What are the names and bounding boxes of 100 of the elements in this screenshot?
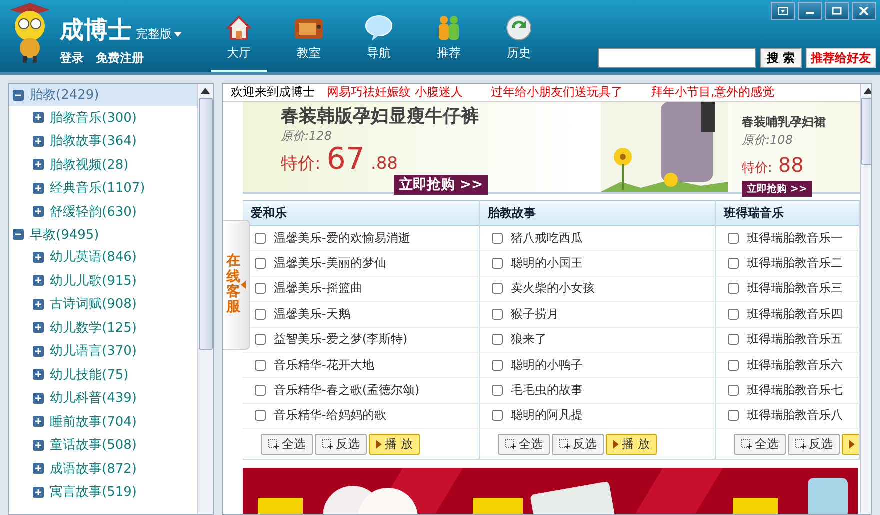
collapse-icon[interactable] (13, 90, 24, 100)
select-button[interactable]: 全选 (734, 434, 786, 455)
tree-item[interactable]: 幼儿科普(439) (9, 386, 197, 410)
tree-item[interactable]: 早教(9495) (9, 224, 197, 246)
nav-tab[interactable]: 推荐 (421, 14, 477, 72)
checkbox[interactable] (255, 283, 266, 294)
select-button[interactable]: 全选 (498, 434, 550, 455)
buy-now-button[interactable]: 立即抢购 >> (742, 181, 812, 197)
expand-icon[interactable] (33, 182, 44, 194)
track-title[interactable]: 班得瑞胎教音乐四 (747, 306, 843, 323)
track-title[interactable]: 温馨美乐-摇篮曲 (274, 280, 362, 298)
track-title[interactable]: 温馨美乐-爱的欢愉易消逝 (274, 230, 410, 247)
search-button[interactable]: 搜 索 (760, 48, 802, 68)
track-title[interactable]: 猴子捞月 (511, 306, 559, 323)
checkbox[interactable] (255, 410, 266, 422)
tree-item[interactable]: 古诗词赋(908) (9, 292, 197, 316)
news-link[interactable]: 过年给小朋友们送玩具了 (490, 84, 623, 101)
tree-item[interactable]: 胎教(2429) (9, 84, 197, 106)
minimize-button[interactable] (798, 2, 822, 20)
expand-icon[interactable] (33, 369, 44, 380)
tree-item[interactable]: 幼儿英语(846) (9, 246, 197, 269)
track-title[interactable]: 聪明的阿凡提 (511, 407, 583, 424)
expand-icon[interactable] (33, 486, 44, 498)
checkbox[interactable] (255, 258, 266, 270)
expand-icon[interactable] (33, 252, 44, 263)
scrollbar[interactable] (860, 84, 871, 514)
select-button[interactable]: 反选 (315, 434, 367, 455)
track-title[interactable]: 班得瑞胎教音乐五 (747, 331, 843, 348)
checkbox[interactable] (728, 410, 739, 422)
collapse-icon[interactable] (13, 229, 24, 240)
checkbox[interactable] (492, 334, 503, 346)
header-link[interactable]: 免费注册 (96, 50, 144, 67)
expand-icon[interactable] (33, 346, 44, 357)
tree-item[interactable]: 幼儿儿歌(915) (9, 269, 197, 292)
tree-item[interactable]: 幼儿语言(370) (9, 340, 197, 363)
track-title[interactable]: 音乐精华-给妈妈的歌 (274, 407, 386, 424)
edition-dropdown[interactable]: 完整版 (136, 27, 182, 41)
scrollbar[interactable] (197, 84, 213, 514)
tree-item[interactable]: 胎教音乐(300) (9, 106, 197, 130)
tree-item[interactable]: 睡前故事(704) (9, 410, 197, 434)
select-button[interactable]: 反选 (552, 434, 604, 455)
play-button[interactable]: 播 放 (606, 434, 657, 455)
checkbox[interactable] (728, 334, 739, 346)
track-title[interactable]: 班得瑞胎教音乐一 (747, 230, 843, 247)
track-title[interactable]: 班得瑞胎教音乐三 (747, 280, 843, 298)
track-title[interactable]: 班得瑞胎教音乐七 (747, 382, 843, 400)
tree-item[interactable]: 寓言故事(519) (9, 480, 197, 504)
search-field[interactable] (598, 48, 756, 68)
expand-icon[interactable] (33, 159, 44, 170)
track-title[interactable]: 狼来了 (511, 331, 547, 348)
nav-tab[interactable]: 教室 (281, 14, 337, 72)
track-title[interactable]: 音乐精华-春之歌(孟德尔颂) (274, 382, 420, 400)
checkbox[interactable] (492, 232, 503, 244)
expand-icon[interactable] (33, 392, 44, 404)
nav-tab[interactable]: 导航 (351, 14, 407, 72)
scrollbar-thumb[interactable] (861, 98, 871, 165)
menu-button[interactable] (771, 2, 795, 20)
select-button[interactable]: 全选 (261, 434, 313, 455)
play-button[interactable] (842, 434, 859, 455)
tree-item[interactable]: 幼儿技能(75) (9, 363, 197, 386)
checkbox[interactable] (255, 232, 266, 244)
tree-item[interactable]: 成语故事(872) (9, 457, 197, 480)
expand-icon[interactable] (33, 322, 44, 334)
track-title[interactable]: 班得瑞胎教音乐八 (747, 407, 843, 424)
checkbox[interactable] (492, 385, 503, 396)
header-link[interactable]: 登录 (60, 50, 84, 67)
recommend-button[interactable]: 推荐给好友 (806, 48, 876, 68)
checkbox[interactable] (492, 308, 503, 320)
tree-item[interactable]: 舒缓轻韵(630) (9, 200, 197, 224)
tree-item[interactable]: 幼儿数学(125) (9, 316, 197, 340)
track-title[interactable]: 班得瑞胎教音乐六 (747, 356, 843, 374)
buy-now-button[interactable]: 立即抢购 >> (394, 175, 488, 195)
checkbox[interactable] (255, 360, 266, 371)
track-title[interactable]: 温馨美乐-美丽的梦仙 (274, 255, 386, 272)
news-link[interactable]: 拜年小节目,意外的感觉 (650, 84, 775, 101)
tree-item[interactable]: 胎教视频(28) (9, 153, 197, 176)
checkbox[interactable] (728, 283, 739, 294)
track-title[interactable]: 班得瑞胎教音乐二 (747, 255, 843, 272)
scrollbar-thumb[interactable] (198, 98, 212, 350)
checkbox[interactable] (492, 258, 503, 270)
play-button[interactable]: 播 放 (369, 434, 420, 455)
expand-icon[interactable] (33, 416, 44, 428)
expand-icon[interactable] (33, 463, 44, 474)
expand-icon[interactable] (33, 275, 44, 286)
track-title[interactable]: 益智美乐-爱之梦(李斯特) (274, 331, 408, 348)
maximize-button[interactable] (825, 2, 849, 20)
checkbox[interactable] (728, 360, 739, 371)
track-title[interactable]: 毛毛虫的故事 (511, 382, 583, 400)
scroll-up-icon[interactable] (201, 88, 210, 94)
tree-item[interactable]: 胎教故事(364) (9, 130, 197, 153)
expand-icon[interactable] (33, 136, 44, 147)
track-title[interactable]: 音乐精华-花开大地 (274, 356, 374, 374)
checkbox[interactable] (728, 385, 739, 396)
expand-icon[interactable] (33, 112, 44, 124)
close-button[interactable] (852, 2, 876, 20)
checkbox[interactable] (492, 360, 503, 371)
ad-banner[interactable]: 春装韩版孕妇显瘦牛仔裤 原价:128 特价: 67 .88 立即抢购 >> 春装哺乳孕妇裙 原价:108 特价: 88 立即抢购 >> (243, 102, 860, 194)
checkbox[interactable] (255, 334, 266, 346)
expand-icon[interactable] (33, 206, 44, 218)
scroll-up-icon[interactable] (864, 88, 871, 94)
